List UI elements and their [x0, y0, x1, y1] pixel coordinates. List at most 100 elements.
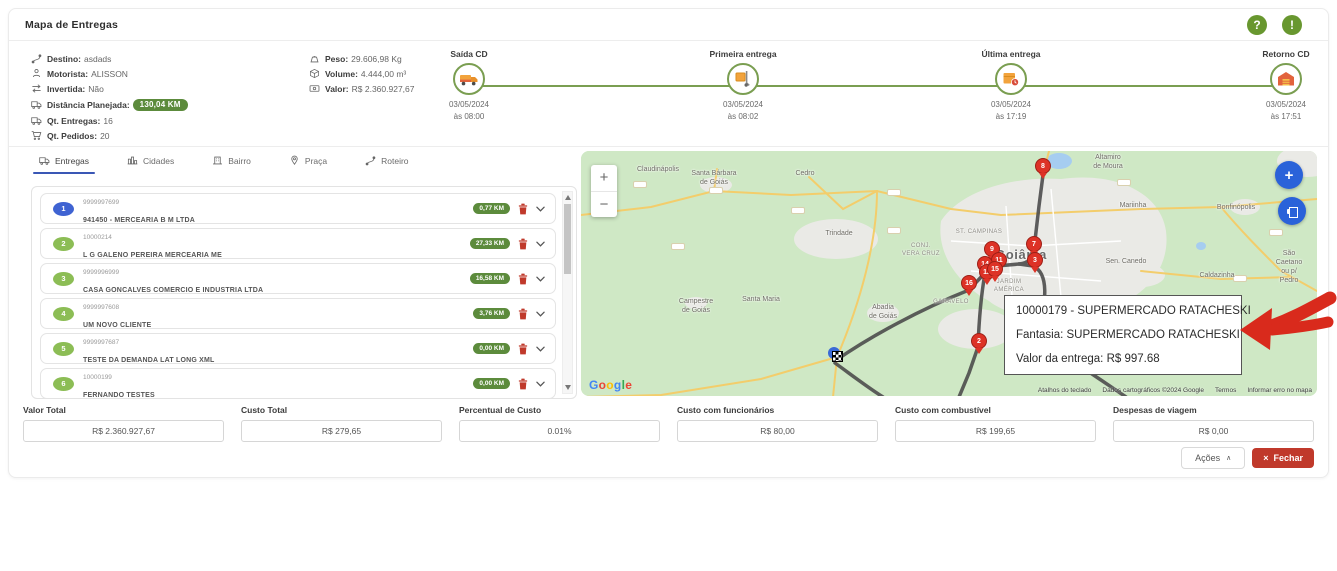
map-print-button[interactable]	[1278, 197, 1306, 225]
delete-icon[interactable]	[518, 203, 528, 215]
qt-pedidos-value: 20	[100, 131, 109, 141]
map-marker-2[interactable]: 2	[971, 333, 987, 349]
delete-icon[interactable]	[518, 343, 528, 355]
terms-link[interactable]: Termos	[1215, 387, 1236, 394]
trip-timeline: Saída CD 03/05/2024às 08:00 Primeira ent…	[441, 49, 1316, 141]
road-shield	[1117, 179, 1131, 186]
delivery-row-1[interactable]: 1 9999997699941450 - MERCEARIA B M LTDA …	[40, 193, 556, 224]
map-label-santa-barbara: Santa Bárbara de Goiás	[691, 169, 736, 187]
client-name: TESTE DA DEMANDA LAT LONG XML	[83, 357, 215, 364]
page-title: Mapa de Entregas	[25, 19, 118, 31]
summary-left-column: Destino:asdads Motorista:ALISSON Inverti…	[31, 51, 188, 143]
stop-number-badge: 2	[53, 237, 74, 251]
list-scrollbar[interactable]	[562, 191, 573, 394]
delivery-row-4[interactable]: 4 9999997608UM NOVO CLIENTE 3,76 KM	[40, 298, 556, 329]
warehouse-icon	[1276, 69, 1296, 89]
delete-icon[interactable]	[518, 273, 528, 285]
distance-badge: 27,33 KM	[470, 238, 510, 249]
chevron-down-icon[interactable]	[536, 311, 545, 317]
checkered-flag-icon	[832, 351, 843, 362]
map-add-button[interactable]: +	[1275, 161, 1303, 189]
delete-icon[interactable]	[518, 238, 528, 250]
delivery-row-2[interactable]: 2 10000214 L G GALENO PEREIRA MERCEARIA M…	[40, 228, 556, 259]
tooltip-valor: Valor da entrega: R$ 997.68	[1016, 353, 1230, 365]
alert-icon[interactable]: !	[1282, 15, 1302, 35]
step-datetime: 03/05/2024às 08:02	[683, 99, 803, 123]
client-name: CASA GONCALVES COMERCIO E INDUSTRIA LTDA	[83, 287, 263, 294]
timeline-step-ultima-entrega: Última entrega 03/05/2024às 17:19	[951, 49, 1071, 123]
map-zoom-control: + −	[591, 165, 617, 217]
total-label: Percentual de Custo	[459, 405, 660, 415]
map-attribution: Atalhos do teclado Dados cartográficos ©…	[1038, 387, 1312, 394]
google-logo[interactable]: Google	[589, 378, 632, 392]
map-marker-15[interactable]: 15	[987, 261, 1003, 277]
map-marker-7[interactable]: 7	[1026, 236, 1042, 252]
zoom-out-button[interactable]: −	[591, 192, 617, 218]
fechar-button[interactable]: ×Fechar	[1252, 448, 1314, 468]
delete-icon[interactable]	[518, 378, 528, 390]
total-label: Custo Total	[241, 405, 442, 415]
delivery-row-5[interactable]: 5 9999997687TESTE DA DEMANDA LAT LONG XM…	[40, 333, 556, 364]
scroll-down-arrow[interactable]	[565, 385, 571, 390]
client-name: L G GALENO PEREIRA MERCEARIA ME	[83, 252, 222, 259]
chevron-down-icon[interactable]	[536, 241, 545, 247]
step-datetime: 03/05/2024às 17:19	[951, 99, 1071, 123]
map-label-altamiro: Altamiro de Moura	[1093, 153, 1123, 171]
step-datetime: 03/05/2024às 08:00	[409, 99, 529, 123]
volume-icon	[309, 68, 320, 79]
tab-entregas[interactable]: Entregas	[39, 155, 89, 174]
chevron-down-icon[interactable]	[536, 276, 545, 282]
step-datetime: 03/05/2024às 17:51	[1226, 99, 1337, 123]
handtruck-icon	[733, 69, 753, 89]
map-label-mariinha: Mariinha	[1120, 201, 1147, 210]
scroll-up-arrow[interactable]	[565, 195, 571, 200]
tab-cidades[interactable]: Cidades	[127, 155, 174, 174]
total-label: Despesas de viagem	[1113, 405, 1314, 415]
map-label-trindade: Trindade	[825, 229, 852, 238]
map-label-sao-caetano: São Caetano ou p/ Pedro	[1275, 249, 1303, 285]
route-pin-icon	[31, 53, 42, 64]
map-marker-16[interactable]: 16	[961, 275, 977, 291]
qt-entregas-value: 16	[103, 116, 112, 126]
tab-roteiro[interactable]: Roteiro	[365, 155, 408, 174]
step-label: Retorno CD	[1226, 49, 1337, 59]
total-label: Valor Total	[23, 405, 224, 415]
client-code: 9999997608	[83, 304, 119, 311]
delivery-row-6[interactable]: 6 10000199FERNANDO TESTES 0,00 KM	[40, 368, 556, 399]
map-marker-3[interactable]: 3	[1027, 252, 1043, 268]
stop-number-badge: 4	[53, 307, 74, 321]
motorista-value: ALISSON	[91, 69, 128, 79]
acoes-button[interactable]: Ações∧	[1181, 447, 1245, 469]
chevron-down-icon[interactable]	[536, 346, 545, 352]
depot-flag-marker[interactable]	[827, 347, 845, 365]
delivery-row-3[interactable]: 3 9999996999CASA GONCALVES COMERCIO E IN…	[40, 263, 556, 294]
stop-number-badge: 1	[53, 202, 74, 216]
chevron-down-icon[interactable]	[536, 381, 545, 387]
keyboard-shortcuts-link[interactable]: Atalhos do teclado	[1038, 387, 1091, 394]
invertida-label: Invertida:	[47, 84, 85, 94]
scrollbar-thumb[interactable]	[564, 204, 571, 274]
truck-icon	[31, 115, 42, 126]
route-summary: Destino:asdads Motorista:ALISSON Inverti…	[9, 41, 1328, 147]
tab-bairro[interactable]: Bairro	[212, 155, 251, 174]
map-label-caldazinha: Caldazinha	[1199, 271, 1234, 280]
truck-icon	[31, 99, 42, 110]
report-error-link[interactable]: Informar erro no mapa	[1247, 387, 1312, 394]
chevron-down-icon[interactable]	[536, 206, 545, 212]
total-valor-total: Valor Total R$ 2.360.927,67	[23, 405, 224, 442]
help-icon[interactable]: ?	[1247, 15, 1267, 35]
tab-praca[interactable]: Praça	[289, 155, 327, 174]
client-code: 10000214	[83, 234, 112, 241]
zoom-in-button[interactable]: +	[591, 165, 617, 192]
road-shield	[633, 181, 647, 188]
distancia-badge: 130,04 KM	[133, 99, 188, 111]
map-label-claudinapolis: Claudinápolis	[637, 165, 679, 174]
map-marker-8[interactable]: 8	[1035, 158, 1051, 174]
map-pin-icon	[289, 155, 300, 166]
distance-badge: 3,76 KM	[473, 308, 510, 319]
package-clock-icon	[1001, 69, 1021, 89]
delete-icon[interactable]	[518, 308, 528, 320]
google-map[interactable]: Claudinápolis Santa Bárbara de Goiás Ced…	[581, 151, 1317, 396]
truck-icon	[39, 155, 50, 166]
total-label: Custo com combustível	[895, 405, 1096, 415]
